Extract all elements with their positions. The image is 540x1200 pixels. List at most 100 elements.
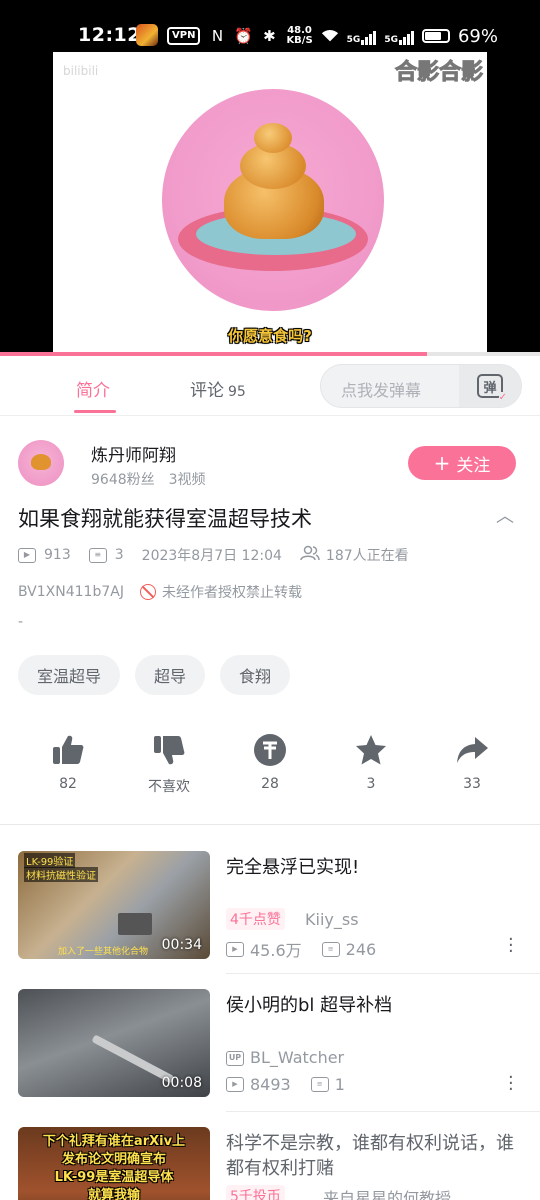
comment-count: 246 [345,939,377,959]
recommended-video-card[interactable]: LK-99验证 材料抗磁性验证 加入了一些其他化合物 00:34 完全悬浮已实现… [18,851,522,961]
net-speed-unit: KB/S [286,35,313,46]
list-separator [226,973,540,974]
like-count: 82 [59,776,77,792]
tab-comments-count: 95 [228,384,246,400]
recommended-video-title: 完全悬浮已实现! [226,857,360,878]
video-duration: 00:08 [161,1075,202,1091]
recommended-video-title: 侯小明的bl 超导补档 [226,995,393,1016]
list-separator [226,1111,540,1112]
video-illustration [162,89,384,311]
watching-count: 187人正在看 [325,548,409,564]
bv-id[interactable]: BV1XN411b7AJ [18,584,124,600]
signal2-label: 5G [384,35,398,45]
thumb-line: 下个礼拜有谁在arXiv上 [42,1134,186,1149]
tab-comments-label: 评论 [190,381,224,401]
tag-list: 室温超导 超导 食翔 [18,655,291,695]
recommended-video-author: UP BL_Watcher [226,1048,344,1067]
signal1-label: 5G [346,35,361,45]
uploader-name[interactable]: 炼丹师阿翔 [91,441,176,466]
thumb-caption: 下个礼拜有谁在arXiv上 发布论文明确宣布 LK-99是室温超导体 就算我输 [18,1133,210,1200]
uploader-videos: 3视频 [168,472,206,488]
share-button[interactable]: 33 [422,732,522,792]
bilibili-watermark-logo: bilibili [63,64,99,78]
recommended-video-card[interactable]: 下个礼拜有谁在arXiv上 发布论文明确宣布 LK-99是室温超导体 就算我输 … [18,1127,522,1200]
thumb-caption-2: 材料抗磁性验证 [24,867,98,882]
recommended-video-title: 科学不是宗教，谁都有权利说话，谁都有权利打赌 [226,1133,514,1179]
bluetooth-icon: ✱ [263,27,276,45]
plus-icon: + [433,451,451,475]
detail-tabs: 简介 评论 95 点我发弹幕 弹 [0,356,540,416]
vpn-icon: VPN [167,27,201,45]
tab-comments[interactable]: 评论 95 [190,376,246,401]
recommended-video-stats: ▶ 45.6万 ≡ 246 [226,937,376,961]
more-options-icon[interactable]: · · · [508,931,514,961]
dislike-button[interactable]: 不喜欢 [119,732,219,796]
video-title: 如果食翔就能获得室温超导技术 [18,507,312,531]
tab-intro[interactable]: 简介 [76,376,110,401]
dislike-label: 不喜欢 [148,779,190,795]
cell-signal-1-icon: 5G [347,27,377,45]
video-thumbnail: 下个礼拜有谁在arXiv上 发布论文明确宣布 LK-99是室温超导体 就算我输 [18,1127,210,1200]
tag-item[interactable]: 室温超导 [18,655,121,695]
coin-button[interactable]: 28 [220,732,320,792]
video-thumbnail: LK-99验证 材料抗磁性验证 加入了一些其他化合物 00:34 [18,851,210,959]
recommended-video-card[interactable]: 00:08 侯小明的bl 超导补档 UP BL_Watcher ▶ 8493 ≡ … [18,989,522,1099]
forbidden-icon [139,584,156,600]
net-speed: 48.0 KB/S [286,26,312,46]
popularity-badge: 5千投币 [226,1185,285,1200]
danmaku-settings-button[interactable]: 弹 [459,365,521,407]
follow-button[interactable]: + 关注 [408,446,516,480]
comment-count-icon: ≡ [321,941,340,957]
recommended-video-stats: ▶ 8493 ≡ 1 [226,1075,345,1094]
like-button[interactable]: 82 [18,732,118,792]
video-description: - [18,614,24,630]
play-count-icon: ▶ [226,1077,244,1092]
video-duration: 00:34 [161,937,202,953]
author-name: BL_Watcher [250,1048,345,1067]
nfc-icon: Ν [211,27,224,45]
share-icon [422,732,522,768]
share-count: 33 [463,776,481,792]
danmaku-icon: 弹 [477,374,508,403]
video-frame: bilibili 合影合影 你愿意食吗? [53,52,487,356]
play-count: 8493 [250,1075,291,1094]
popularity-badge: 4千点赞 [226,908,285,930]
battery-icon [421,29,450,43]
chevron-up-icon[interactable]: ︿ [496,502,514,528]
uploader-stats: 9648粉丝 3视频 [91,469,206,489]
danmaku-placeholder: 点我发弹幕 [341,381,422,400]
comment-count-icon: ≡ [310,1077,329,1092]
tag-item[interactable]: 超导 [135,655,206,695]
thumb-caption: LK-99验证 [24,853,76,868]
favorite-button[interactable]: 3 [321,732,421,792]
battery-percent: 69% [457,25,498,47]
section-divider [0,824,540,825]
favorite-count: 3 [366,776,376,792]
recommended-video-author: Kiiy_ss [305,910,359,929]
video-meta: ▶ 913 ≡ 3 2023年8月7日 12:04 187人正在看 [18,545,409,565]
publish-date: 2023年8月7日 12:04 [141,548,282,564]
danmaku-input[interactable]: 点我发弹幕 弹 [320,364,522,408]
thumb-line: 就算我输 [87,1188,140,1200]
thumb-bottom-caption: 加入了一些其他化合物 [58,947,149,957]
coin-count: 28 [261,776,279,792]
status-icons: VPN Ν ⏰ ✱ 48.0 KB/S 5G 5G 69% [167,24,498,48]
danmaku-count: 3 [114,547,124,563]
video-id-row: BV1XN411b7AJ 未经作者授权禁止转载 [18,582,302,602]
action-bar: 82 不喜欢 28 3 33 [18,732,522,796]
follow-label: 关注 [456,455,491,476]
tab-active-indicator [74,410,116,413]
copyright-notice: 未经作者授权禁止转载 [161,585,302,601]
more-options-icon[interactable]: · · · [508,1069,514,1099]
tab-intro-label: 简介 [76,381,110,401]
video-player[interactable]: bilibili 合影合影 你愿意食吗? [0,52,540,356]
viewers-icon [300,545,320,565]
video-subtitle: 你愿意食吗? [228,327,312,345]
danmaku-count-icon: ≡ [88,547,107,563]
uploader-avatar[interactable] [18,440,64,486]
play-count-icon: ▶ [18,547,36,563]
tag-item[interactable]: 食翔 [220,655,291,695]
star-icon [321,732,421,768]
alarm-icon: ⏰ [234,27,253,45]
thumbs-down-icon [119,732,219,768]
